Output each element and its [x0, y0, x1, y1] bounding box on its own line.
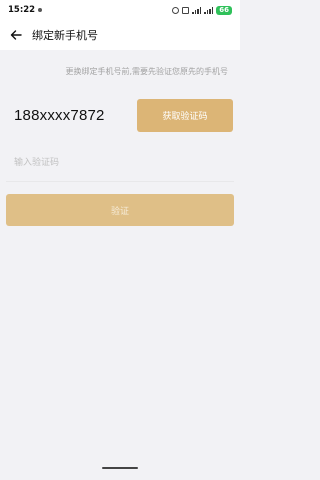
alarm-icon [172, 6, 180, 14]
arrow-left-icon[interactable] [8, 27, 24, 43]
vibrate-icon [182, 6, 190, 14]
get-code-button[interactable]: 获取验证码 [137, 99, 233, 132]
verify-button[interactable]: 验证 [6, 194, 234, 226]
signal-icon [192, 6, 202, 14]
notification-dot-icon [38, 8, 43, 12]
header-bar: 绑定新手机号 [0, 20, 240, 50]
home-indicator[interactable] [102, 467, 138, 469]
status-left: 15:22 [8, 5, 43, 15]
input-divider [6, 181, 234, 182]
page-title: 绑定新手机号 [32, 29, 98, 42]
verification-code-input[interactable] [6, 145, 234, 181]
status-right: 66 [172, 5, 232, 15]
phone-number: 188xxxx7872 [14, 107, 105, 124]
hint-text: 更换绑定手机号前,需要先验证您原先的手机号 [65, 67, 228, 76]
status-time: 15:22 [8, 5, 36, 15]
battery-level: 66 [219, 5, 229, 14]
signal-icon-2 [204, 6, 214, 14]
battery-icon: 66 [216, 5, 232, 15]
status-bar: 15:22 66 [0, 0, 240, 20]
